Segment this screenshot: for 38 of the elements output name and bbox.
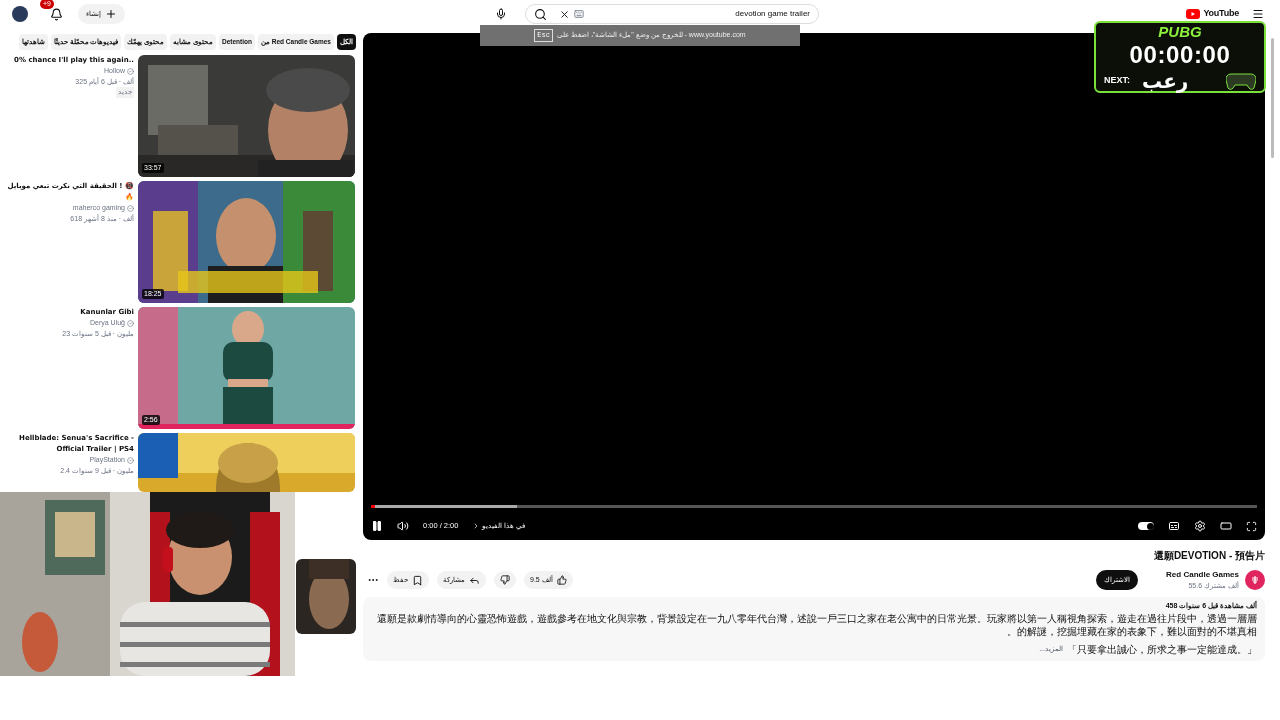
account-avatar[interactable] [12,6,28,22]
pause-icon[interactable] [371,520,383,532]
microphone-icon[interactable] [495,8,507,20]
menu-icon[interactable] [1252,8,1264,20]
logo-icon [1250,575,1260,585]
theater-mode-icon[interactable] [1220,520,1232,532]
bell-icon [49,7,63,21]
scrollbar[interactable] [1271,38,1274,158]
verified-icon [127,456,134,464]
settings-icon[interactable] [1194,520,1206,532]
subtitles-icon[interactable] [1168,520,1180,532]
logo-icon [1186,9,1201,19]
description-text: 還願是款劇情導向的心靈恐怖遊戲，遊戲參考在地文化與宗教，背景設定在一九八零年代台灣，述說一戶三口之家在老公寓中的日常光景。玩家將以第一人稱視角探索，遊走在過往片段中，透過一層層的解謎，挖掘埋藏在家的表象下，難以面對的不堪真相。 [376,611,1257,638]
search-icon [534,7,547,21]
timer-text: 00:00:00 [1129,41,1231,69]
next-label: NEXT: [1104,74,1130,88]
dislike-button[interactable] [494,571,516,589]
channel-name[interactable]: Red Candle Games [1166,568,1239,581]
thumbs-down-icon [500,575,510,585]
next-game-text: رعب [1142,69,1189,93]
volume-icon[interactable] [397,520,409,532]
search-value: devotion game trailer [735,8,810,20]
channel-avatar[interactable] [1245,570,1265,590]
logo-text: YouTube [1203,7,1239,21]
verified-icon [127,319,134,327]
clear-icon [559,8,570,20]
thumbs-up-icon [556,575,567,585]
verified-icon [127,204,134,212]
verified-icon [127,67,134,75]
keyboard-icon [574,9,584,19]
video-title: 還願DEVOTION - 預告片 [1152,549,1265,563]
fullscreen-icon[interactable] [1246,520,1257,532]
gamepad-icon [1226,72,1256,90]
autoplay-toggle[interactable] [1138,522,1154,530]
progress-track[interactable] [371,505,1257,508]
plus-icon [105,8,117,20]
description-quote: 「只要拿出誠心，所求之事一定能達成。」 [1067,642,1257,657]
bookmark-icon [412,574,423,586]
